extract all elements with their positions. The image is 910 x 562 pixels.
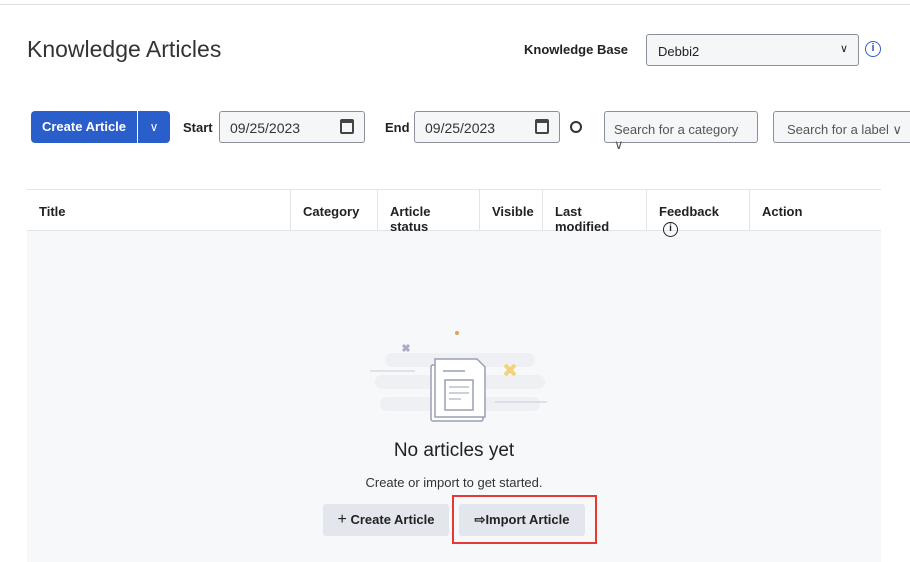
- chevron-down-icon: ∨: [149, 120, 159, 134]
- create-dropdown-button[interactable]: ∨: [138, 111, 170, 143]
- empty-subtitle: Create or import to get started.: [365, 475, 543, 490]
- calendar-icon[interactable]: [535, 119, 549, 134]
- col-visible[interactable]: Visible: [480, 190, 543, 230]
- knowledge-base-select[interactable]: Debbi2 ∨: [646, 34, 859, 66]
- reset-icon[interactable]: [570, 121, 582, 133]
- empty-create-article-button[interactable]: + Create Article: [323, 504, 449, 536]
- top-divider: [0, 4, 910, 5]
- plus-icon: +: [337, 511, 347, 528]
- empty-documents-illustration: [370, 331, 547, 422]
- create-article-button[interactable]: Create Article: [31, 111, 137, 143]
- category-search[interactable]: Search for a category ∨: [604, 111, 758, 152]
- col-status[interactable]: Article status: [378, 190, 480, 234]
- chevron-down-icon: ∨: [614, 137, 624, 152]
- kb-value: Debbi2: [658, 44, 700, 59]
- start-date-value: 09/25/2023: [230, 120, 301, 136]
- label-search[interactable]: Search for a label ∨: [773, 111, 910, 143]
- start-label: Start: [183, 120, 213, 135]
- create-label: Create Article: [350, 512, 435, 527]
- empty-title: No articles yet: [393, 440, 515, 461]
- table-header: Title Category Article status Visible La…: [27, 189, 881, 237]
- highlight-box: [452, 495, 597, 544]
- start-date-input[interactable]: 09/25/2023: [219, 111, 365, 143]
- end-date-input[interactable]: 09/25/2023: [414, 111, 560, 143]
- category-placeholder: Search for a category: [614, 122, 739, 137]
- col-action[interactable]: Action: [750, 190, 881, 230]
- chevron-down-icon: ∨: [892, 122, 903, 137]
- end-label: End: [385, 120, 410, 135]
- calendar-icon[interactable]: [340, 119, 354, 134]
- col-last-modified[interactable]: Last modified: [543, 190, 647, 234]
- chevron-down-icon: ∨: [839, 43, 848, 55]
- col-feedback[interactable]: Feedback i: [647, 190, 750, 237]
- knowledge-base-label: Knowledge Base: [524, 42, 629, 57]
- feedback-label: Feedback: [659, 204, 719, 219]
- col-category[interactable]: Category: [291, 190, 378, 230]
- col-title[interactable]: Title: [27, 190, 291, 230]
- label-placeholder: Search for a label: [787, 122, 889, 137]
- end-date-value: 09/25/2023: [425, 120, 496, 136]
- info-icon[interactable]: i: [663, 222, 678, 237]
- page-title: Knowledge Articles: [27, 36, 222, 62]
- info-icon[interactable]: i: [865, 41, 881, 57]
